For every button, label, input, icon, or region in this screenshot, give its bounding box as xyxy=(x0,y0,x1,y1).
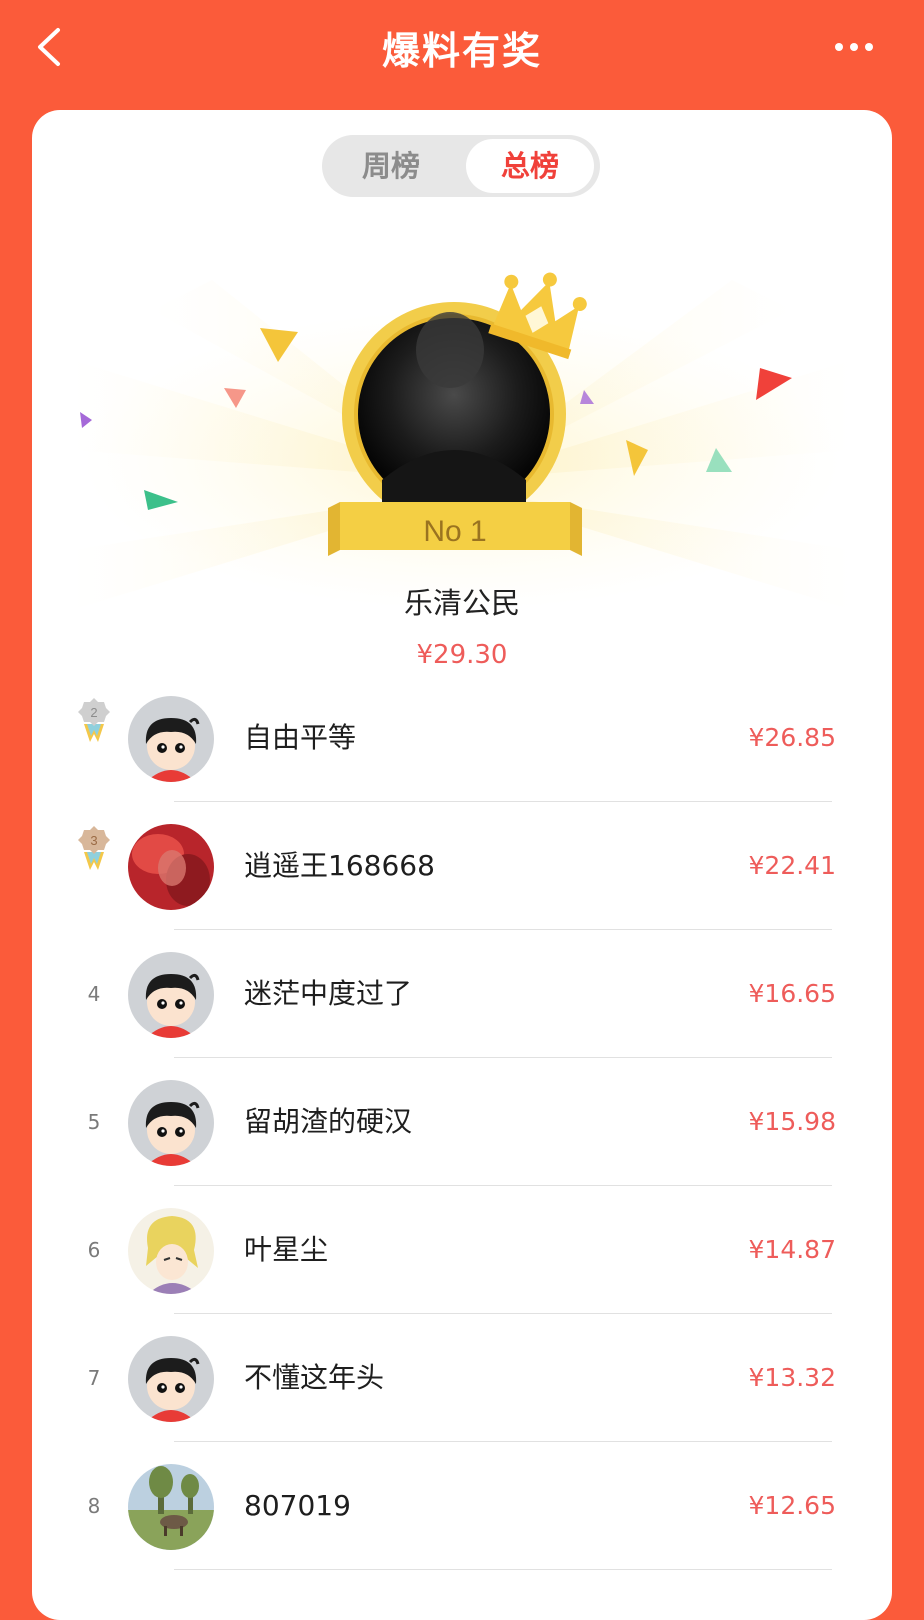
user-name: 逍遥王168668 xyxy=(244,849,435,882)
reward-amount: ¥16.65 xyxy=(748,979,836,1008)
avatar[interactable] xyxy=(128,1080,214,1166)
user-name: 807019 xyxy=(244,1489,351,1522)
list-item[interactable]: 7 不懂这年头 ¥13.32 xyxy=(32,1314,892,1442)
silver-medal-icon: 2 xyxy=(78,698,110,742)
winner-name[interactable]: 乐清公民 xyxy=(32,580,892,622)
divider xyxy=(174,1569,832,1570)
user-name: 留胡渣的硬汉 xyxy=(244,1105,413,1138)
period-toggle: 周榜 总榜 xyxy=(322,135,600,197)
user-name: 不懂这年头 xyxy=(244,1361,385,1394)
avatar[interactable] xyxy=(128,1208,214,1294)
reward-amount: ¥26.85 xyxy=(748,723,836,752)
rank-number: 4 xyxy=(87,982,101,1006)
reward-amount: ¥22.41 xyxy=(748,851,836,880)
avatar[interactable] xyxy=(128,952,214,1038)
leaderboard-card: 周榜 总榜 No 1 乐清公民 ¥29.30 2 自由平等 ¥26.85 3 逍… xyxy=(32,110,892,1620)
avatar[interactable] xyxy=(128,696,214,782)
user-name: 自由平等 xyxy=(244,721,357,754)
bronze-medal-icon: 3 xyxy=(78,826,110,870)
tab-total[interactable]: 总榜 xyxy=(466,139,594,193)
winner-amount: ¥29.30 xyxy=(416,640,508,670)
reward-amount: ¥14.87 xyxy=(748,1235,836,1264)
list-item[interactable]: 8 807019 ¥12.65 xyxy=(32,1442,892,1570)
user-name: 迷茫中度过了 xyxy=(244,977,413,1010)
winner-rank-label: No 1 xyxy=(423,515,486,548)
tab-weekly[interactable]: 周榜 xyxy=(322,135,460,197)
page-title: 爆料有奖 xyxy=(381,29,542,73)
rank-number: 5 xyxy=(87,1110,101,1134)
rank-number: 7 xyxy=(87,1366,101,1390)
rank-number: 3 xyxy=(90,833,97,848)
list-item[interactable]: 2 自由平等 ¥26.85 xyxy=(32,674,892,802)
list-item[interactable]: 5 留胡渣的硬汉 ¥15.98 xyxy=(32,1058,892,1186)
list-item[interactable]: 3 逍遥王168668 ¥22.41 xyxy=(32,802,892,930)
list-item[interactable]: 4 迷茫中度过了 ¥16.65 xyxy=(32,930,892,1058)
rank-number: 6 xyxy=(87,1238,101,1262)
reward-amount: ¥15.98 xyxy=(748,1107,836,1136)
more-dots-icon[interactable] xyxy=(834,40,874,54)
reward-amount: ¥13.32 xyxy=(748,1363,836,1392)
rank-number: 8 xyxy=(87,1494,101,1518)
avatar[interactable] xyxy=(128,1336,214,1422)
top-bar: 爆料有奖 xyxy=(0,0,924,100)
list-item[interactable]: 6 叶星尘 ¥14.87 xyxy=(32,1186,892,1314)
avatar[interactable] xyxy=(128,1464,214,1550)
user-name: 叶星尘 xyxy=(244,1233,329,1266)
rank-number: 2 xyxy=(90,705,97,720)
avatar[interactable] xyxy=(128,824,214,910)
reward-amount: ¥12.65 xyxy=(748,1491,836,1520)
